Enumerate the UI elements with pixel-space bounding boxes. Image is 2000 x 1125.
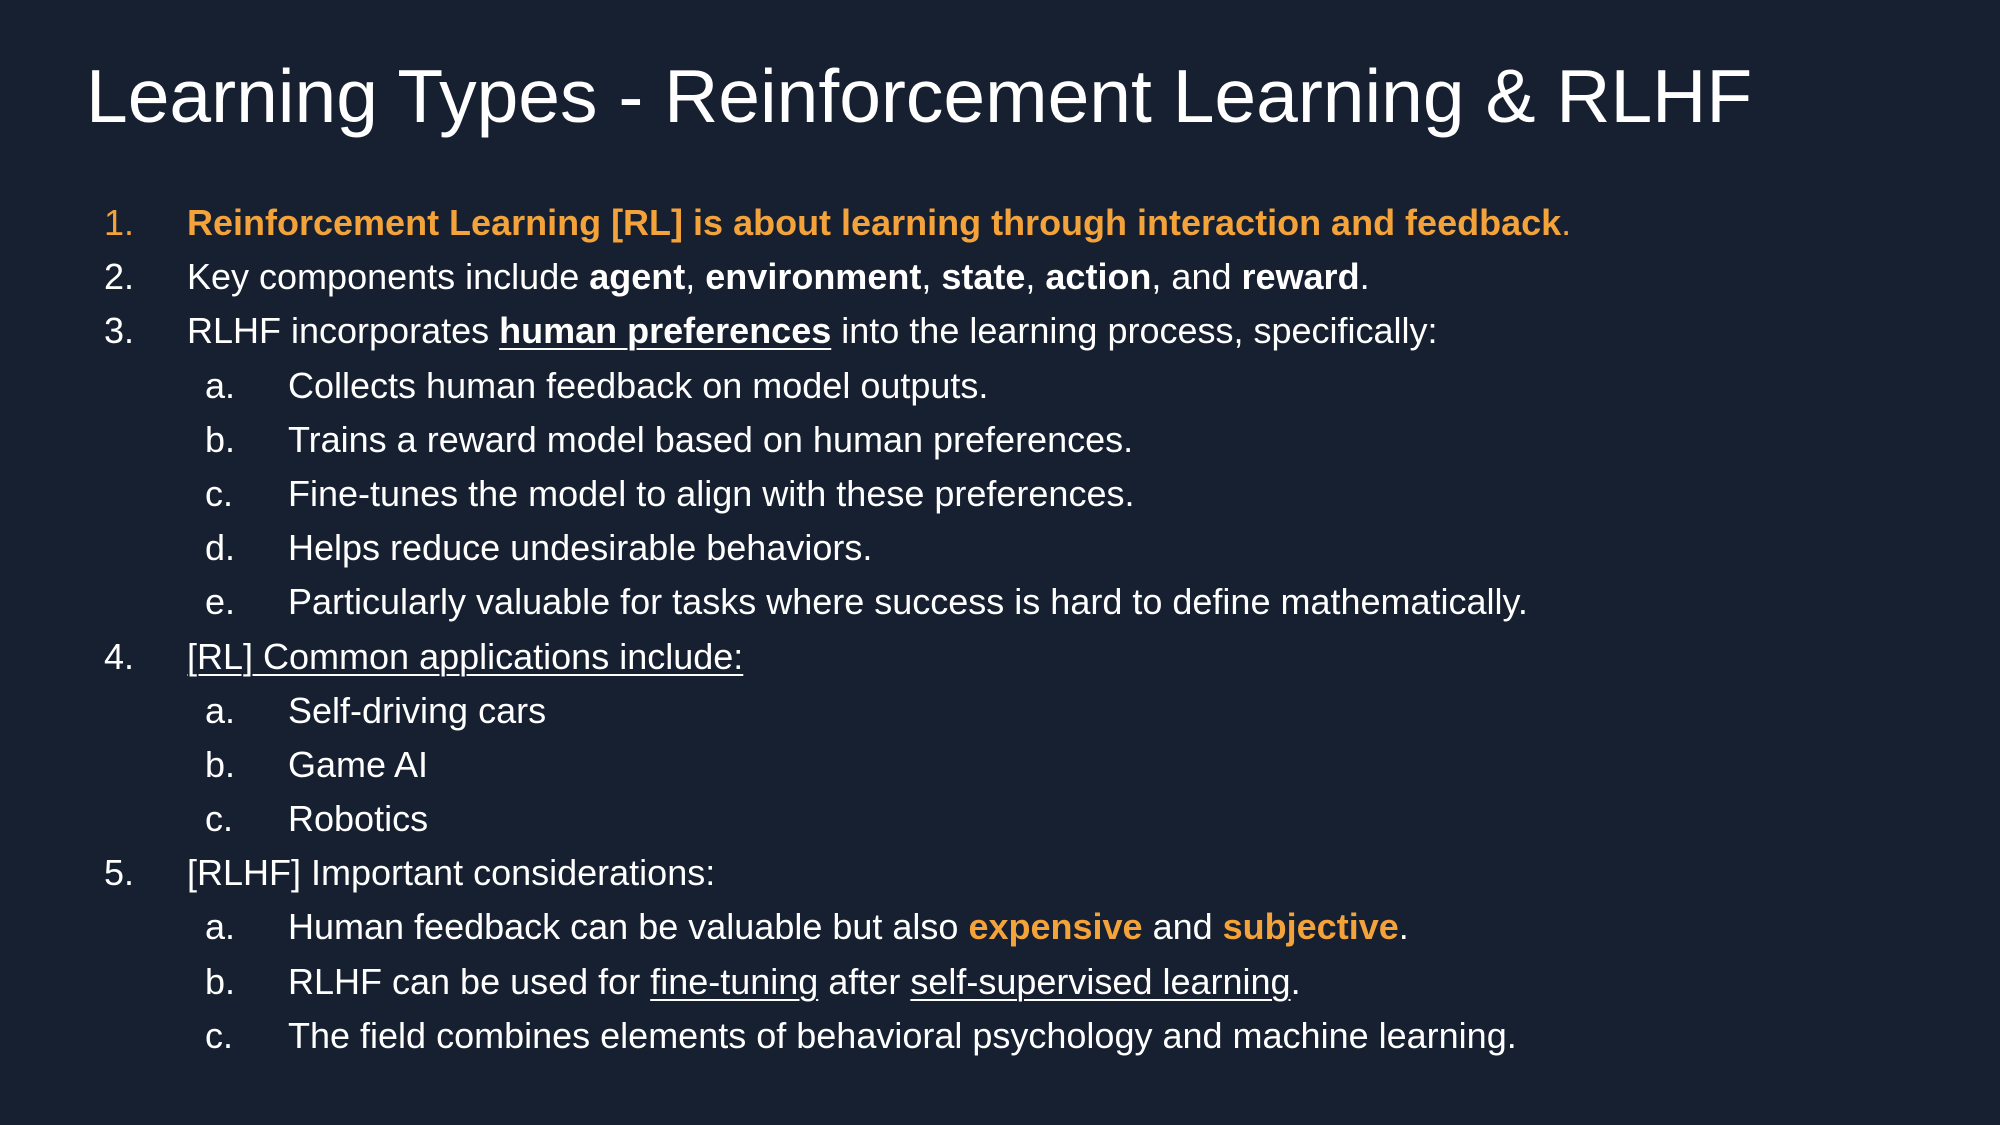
bullet-list: 1. Reinforcement Learning [RL] is about … (0, 196, 2000, 1063)
slide: Learning Types - Reinforcement Learning … (0, 0, 2000, 1125)
underlined-term-self-supervised-learning: self-supervised learning (910, 960, 1291, 1002)
bold-term-state: state (941, 256, 1026, 298)
sub-item-3a: a. Collects human feedback on model outp… (0, 359, 2000, 413)
bold-term-reward: reward (1241, 256, 1360, 298)
bold-term-action: action (1045, 256, 1152, 298)
list-item-2: 2. Key components include agent, environ… (0, 250, 2000, 304)
sub-item-4c: c. Robotics (0, 792, 2000, 846)
list-number: 5. (104, 852, 135, 894)
sub-item-5c: c. The field combines elements of behavi… (0, 1009, 2000, 1063)
sub-letter: a. (205, 689, 236, 731)
sub-letter: b. (205, 960, 236, 1002)
sub-item-5b: b. RLHF can be used for fine-tuning afte… (0, 955, 2000, 1009)
sub-item-4b: b. Game AI (0, 738, 2000, 792)
sub-text: Human feedback can be valuable but also … (288, 900, 1409, 954)
highlight-term-expensive: expensive (968, 906, 1143, 948)
list-text: [RL] Common applications include: (187, 635, 744, 677)
bold-term-agent: agent (589, 256, 686, 298)
text-segment: . (1561, 202, 1572, 243)
slide-title: Learning Types - Reinforcement Learning … (86, 54, 1753, 138)
sub-letter: c. (205, 798, 234, 840)
sub-letter: c. (205, 1014, 234, 1056)
text-segment: after (818, 960, 911, 1002)
sub-text: Helps reduce undesirable behaviors. (288, 527, 873, 569)
sub-item-3e: e. Particularly valuable for tasks where… (0, 575, 2000, 629)
sub-text: RLHF can be used for fine-tuning after s… (288, 955, 1301, 1009)
sub-text: Particularly valuable for tasks where su… (288, 581, 1528, 623)
text-segment: , (685, 256, 706, 298)
sub-text: Robotics (288, 798, 429, 840)
sub-letter: a. (205, 906, 236, 948)
list-text: RLHF incorporates human preferences into… (187, 304, 1438, 358)
list-text: [RLHF] Important considerations: (187, 852, 716, 894)
bold-term-environment: environment (705, 256, 922, 298)
list-text: Key components include agent, environmen… (187, 250, 1370, 304)
text-segment: Human feedback can be valuable but also (288, 906, 969, 948)
list-number: 4. (104, 635, 135, 677)
sub-letter: b. (205, 743, 236, 785)
list-text: Reinforcement Learning [RL] is about lea… (187, 196, 1571, 250)
sub-item-5a: a. Human feedback can be valuable but al… (0, 900, 2000, 954)
sub-letter: d. (205, 527, 236, 569)
text-segment: . (1359, 256, 1370, 298)
sub-letter: b. (205, 418, 236, 460)
underlined-term-fine-tuning: fine-tuning (650, 960, 819, 1002)
sub-letter: a. (205, 364, 236, 406)
text-segment: . (1290, 960, 1301, 1002)
list-number: 2. (104, 256, 135, 298)
text-segment: and (1142, 906, 1223, 948)
sub-item-4a: a. Self-driving cars (0, 684, 2000, 738)
sub-letter: c. (205, 472, 234, 514)
text-segment: , (1025, 256, 1046, 298)
sub-text: Fine-tunes the model to align with these… (288, 472, 1135, 514)
list-item-3: 3. RLHF incorporates human preferences i… (0, 304, 2000, 358)
sub-text: Self-driving cars (288, 689, 547, 731)
sub-item-3c: c. Fine-tunes the model to align with th… (0, 467, 2000, 521)
list-item-4: 4. [RL] Common applications include: (0, 630, 2000, 684)
text-segment: RLHF incorporates (187, 310, 500, 352)
sub-text: Collects human feedback on model outputs… (288, 364, 989, 406)
text-segment: , (921, 256, 942, 298)
sub-text: The field combines elements of behaviora… (288, 1014, 1517, 1056)
list-number: 3. (104, 310, 135, 352)
highlight-term-subjective: subjective (1222, 906, 1399, 948)
sub-item-3b: b. Trains a reward model based on human … (0, 413, 2000, 467)
text-segment: , and (1151, 256, 1242, 298)
text-segment: into the learning process, specifically: (831, 310, 1438, 352)
text-segment: . (1398, 906, 1409, 948)
list-item-5: 5. [RLHF] Important considerations: (0, 846, 2000, 900)
sub-item-3d: d. Helps reduce undesirable behaviors. (0, 521, 2000, 575)
sub-text: Trains a reward model based on human pre… (288, 418, 1134, 460)
sub-letter: e. (205, 581, 236, 623)
list-number: 1. (104, 202, 135, 243)
list-item-1: 1. Reinforcement Learning [RL] is about … (0, 196, 2000, 250)
highlight-text: Reinforcement Learning [RL] is about lea… (187, 202, 1562, 243)
text-segment: RLHF can be used for (288, 960, 651, 1002)
text-segment: Key components include (187, 256, 590, 298)
underlined-term-human-preferences: human preferences (499, 310, 832, 352)
sub-text: Game AI (288, 743, 429, 785)
